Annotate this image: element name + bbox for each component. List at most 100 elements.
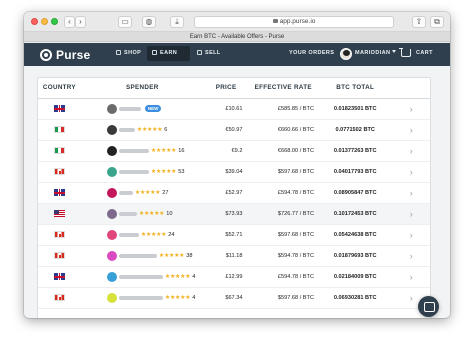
effective-rate-cell: $597.68 / BTC	[248, 224, 318, 246]
chevron-right-icon[interactable]: ›	[410, 188, 413, 198]
chevron-right-icon[interactable]: ›	[410, 209, 413, 219]
flag-us-icon	[53, 210, 65, 217]
chevron-right-icon[interactable]: ›	[410, 230, 413, 240]
country-cell	[38, 182, 81, 204]
privacy-icon[interactable]: ◍	[142, 16, 156, 28]
tab-title[interactable]: Earn BTC - Available Offers - Purse	[190, 34, 284, 40]
spender-cell: ★★★★★ 16	[80, 140, 204, 162]
price-cell: $11.18	[203, 245, 249, 267]
spender-name-redacted	[118, 232, 139, 237]
flag-uk-icon	[53, 273, 65, 280]
nav-sell[interactable]: SELL	[197, 50, 221, 56]
table-row[interactable]: NEW £10.61 £585.85 / BTC 0.01823501 BTC ›	[38, 98, 430, 120]
zoom-window-button[interactable]	[51, 18, 58, 25]
purse-logo[interactable]: Purse	[40, 47, 90, 62]
sidebar-icon[interactable]: ▭	[118, 16, 132, 28]
flag-ca-icon	[53, 168, 65, 175]
spender-avatar	[106, 124, 117, 135]
table-row[interactable]: ★★★★★ 4 $67.34 $597.68 / BTC 0.06930281 BTC ›	[38, 287, 430, 309]
row-chevron-cell[interactable]: ›	[392, 245, 430, 267]
offers-table: COUNTRY SPENDER PRICE EFFECTIVE RATE BTC…	[38, 78, 430, 309]
chevron-right-icon[interactable]: ›	[410, 146, 413, 156]
chevron-right-icon[interactable]: ›	[410, 293, 413, 303]
rating-stars-icon: ★★★★★	[150, 169, 177, 175]
forward-icon[interactable]: ›	[75, 16, 86, 28]
offers-table-body: NEW £10.61 £585.85 / BTC 0.01823501 BTC › ★★★…	[38, 98, 430, 309]
nav-sell-label: SELL	[205, 50, 221, 56]
spender-avatar	[106, 166, 117, 177]
header-effective-rate[interactable]: EFFECTIVE RATE	[248, 78, 318, 99]
review-count: 16	[178, 147, 185, 154]
browser-window: ‹ › ▭ ◍ ⤓ app.purse.io ⇧ ⧉ Earn BTC - Av…	[24, 12, 450, 318]
table-row[interactable]: ★★★★★ 27 £52.97 £594.78 / BTC 0.08905847 BTC…	[38, 182, 430, 204]
row-chevron-cell[interactable]: ›	[392, 119, 430, 141]
effective-rate-cell: £594.78 / BTC	[248, 266, 318, 288]
table-row[interactable]: ★★★★★ 38 $11.18 $594.78 / BTC 0.01879693 BTC…	[38, 245, 430, 267]
back-icon[interactable]: ‹	[64, 16, 75, 28]
table-row[interactable]: ★★★★★ 4 £12.99 £594.78 / BTC 0.02184009 BTC ›	[38, 266, 430, 288]
header-btc-total[interactable]: BTC TOTAL	[318, 78, 393, 99]
user-menu[interactable]: MARIODIAN	[355, 50, 397, 56]
price-cell: €9.2	[203, 140, 249, 162]
effective-rate-cell: $594.78 / BTC	[248, 245, 318, 267]
table-row[interactable]: ★★★★★ 6 €50.97 €660.66 / BTC 0.0771502 BTC ›	[38, 119, 430, 141]
close-window-button[interactable]	[31, 18, 38, 25]
table-row[interactable]: ★★★★★ 24 $52.71 $597.68 / BTC 0.05424638 BTC…	[38, 224, 430, 246]
user-avatar[interactable]	[340, 48, 352, 60]
chevron-right-icon[interactable]: ›	[410, 104, 413, 114]
cart-icon[interactable]	[399, 48, 411, 57]
table-row[interactable]: ★★★★★ 10 $73.93 $726.77 / BTC 0.10172453 BTC…	[38, 203, 430, 225]
header-spender[interactable]: SPENDER	[80, 78, 204, 99]
header-price[interactable]: PRICE	[203, 78, 249, 99]
new-badge: NEW	[144, 105, 162, 112]
chat-icon[interactable]	[418, 296, 439, 317]
chevron-right-icon[interactable]: ›	[410, 251, 413, 261]
spender-cell: ★★★★★ 53	[80, 161, 204, 183]
flag-ca-icon	[53, 252, 65, 259]
nav-your-orders[interactable]: YOUR ORDERS	[289, 50, 334, 56]
spender-cell: ★★★★★ 24	[80, 224, 204, 246]
earn-icon	[152, 50, 157, 55]
btc-total-cell: 0.04017793 BTC	[318, 161, 393, 183]
spender-avatar	[106, 208, 117, 219]
tabs-overview-icon[interactable]: ⧉	[430, 16, 444, 28]
address-url: app.purse.io	[279, 18, 316, 25]
nav-earn[interactable]: EARN	[147, 46, 190, 61]
spender-cell: ★★★★★ 10	[80, 203, 204, 225]
spender-avatar	[106, 271, 117, 282]
lock-icon	[272, 19, 278, 23]
nav-shop[interactable]: SHOP	[116, 50, 141, 56]
spender-name-redacted	[118, 274, 163, 279]
btc-total-cell: 0.01823501 BTC	[318, 98, 393, 120]
country-cell	[38, 266, 81, 288]
chevron-right-icon[interactable]: ›	[410, 272, 413, 282]
download-icon[interactable]: ⤓	[170, 16, 184, 28]
address-bar[interactable]: app.purse.io	[194, 16, 394, 28]
row-chevron-cell[interactable]: ›	[392, 161, 430, 183]
row-chevron-cell[interactable]: ›	[392, 203, 430, 225]
price-cell: $73.93	[203, 203, 249, 225]
header-country[interactable]: COUNTRY	[38, 78, 81, 99]
row-chevron-cell[interactable]: ›	[392, 224, 430, 246]
btc-total-cell: 0.08905847 BTC	[318, 182, 393, 204]
spender-avatar	[106, 250, 117, 261]
chevron-right-icon[interactable]: ›	[410, 167, 413, 177]
btc-total-cell: 0.05424638 BTC	[318, 224, 393, 246]
price-cell: $52.71	[203, 224, 249, 246]
purse-logo-icon	[40, 48, 52, 61]
row-chevron-cell[interactable]: ›	[392, 182, 430, 204]
review-count: 27	[162, 189, 169, 196]
share-icon[interactable]: ⇧	[412, 16, 426, 28]
chevron-right-icon[interactable]: ›	[410, 125, 413, 135]
row-chevron-cell[interactable]: ›	[392, 140, 430, 162]
row-chevron-cell[interactable]: ›	[392, 266, 430, 288]
price-cell: £52.97	[203, 182, 249, 204]
nav-cart[interactable]: CART	[416, 50, 433, 56]
table-row[interactable]: ★★★★★ 53 $39.04 $597.68 / BTC 0.04017793 BTC…	[38, 161, 430, 183]
header-blank	[392, 78, 430, 99]
table-row[interactable]: ★★★★★ 16 €9.2 €668.00 / BTC 0.01377263 BTC ›	[38, 140, 430, 162]
spender-avatar	[106, 103, 117, 114]
review-count: 38	[186, 252, 193, 259]
row-chevron-cell[interactable]: ›	[392, 98, 430, 120]
minimize-window-button[interactable]	[41, 18, 48, 25]
